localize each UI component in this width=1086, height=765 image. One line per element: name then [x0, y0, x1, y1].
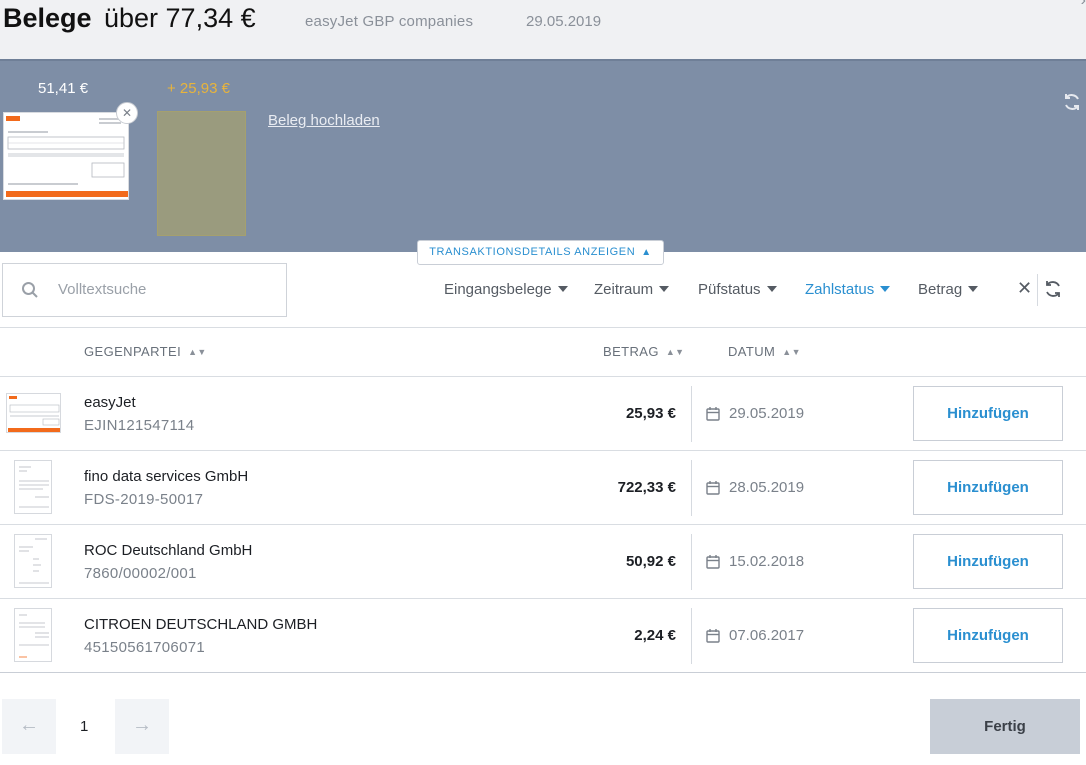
document-reference: 7860/00002/001 — [84, 565, 197, 582]
previous-page-button[interactable]: ← — [2, 699, 56, 754]
filter-review-status[interactable]: Püfstatus — [698, 281, 777, 298]
add-receipt-button[interactable]: Hinzufügen — [913, 460, 1063, 515]
column-header-date[interactable]: DATUM ▲▼ — [728, 344, 801, 359]
document-reference: EJIN121547114 — [84, 417, 195, 434]
row-amount: 25,93 € — [625, 405, 676, 422]
filter-amount[interactable]: Betrag — [918, 281, 979, 298]
table-row: fino data services GmbH FDS-2019-50017 7… — [0, 451, 1086, 525]
divider — [691, 608, 692, 664]
filter-label: Zahlstatus — [805, 281, 875, 298]
sort-icon: ▲▼ — [188, 347, 207, 357]
sort-icon: ▲▼ — [665, 347, 685, 357]
column-header-amount[interactable]: BETRAG ▲▼ — [603, 344, 684, 359]
column-header-party[interactable]: GEGENPARTEI ▲▼ — [84, 344, 207, 359]
show-transaction-details-button[interactable]: TRANSAKTIONSDETAILS ANZEIGEN ▲ — [417, 240, 664, 265]
caret-down-icon — [659, 286, 670, 292]
filter-label: Betrag — [918, 281, 963, 298]
sort-icon: ▲▼ — [782, 347, 801, 357]
caret-down-icon — [968, 286, 979, 292]
counterparty-name: CITROEN DEUTSCHLAND GMBH — [84, 616, 318, 633]
caret-down-icon — [880, 286, 891, 292]
divider — [691, 386, 692, 442]
receipt-thumbnail[interactable] — [6, 393, 61, 433]
calendar-icon — [706, 554, 720, 569]
refresh-icon[interactable] — [1043, 279, 1063, 299]
calendar-icon — [706, 406, 720, 421]
filter-label: Eingangsbelege — [444, 281, 552, 298]
upload-receipt-link[interactable]: Beleg hochladen — [268, 112, 380, 129]
row-date: 07.06.2017 — [729, 627, 805, 644]
filter-label: Püfstatus — [698, 281, 761, 298]
search-input[interactable]: Volltextsuche — [2, 263, 287, 317]
clear-filters-close-icon[interactable]: ✕ — [1017, 278, 1032, 299]
receipt-thumbnail[interactable] — [14, 460, 52, 514]
page-title-strong: Belege — [3, 3, 92, 33]
refresh-icon[interactable] — [1062, 92, 1082, 112]
add-receipt-button[interactable]: Hinzufügen — [913, 386, 1063, 441]
page-title-amount: über 77,34 € — [104, 3, 256, 33]
table-row: easyJet EJIN121547114 25,93 € 29.05.2019… — [0, 377, 1086, 451]
company-subtitle: easyJet GBP companies — [305, 13, 474, 30]
document-reference: FDS-2019-50017 — [84, 491, 204, 508]
search-icon — [21, 281, 39, 299]
receipt-thumbnail[interactable] — [14, 534, 52, 588]
counterparty-name: fino data services GmbH — [84, 468, 249, 485]
next-page-button[interactable]: → — [115, 699, 169, 754]
divider — [691, 534, 692, 590]
header-bar: Belege über 77,34 € easyJet GBP companie… — [0, 0, 1086, 59]
add-receipt-button[interactable]: Hinzufügen — [913, 534, 1063, 589]
add-receipt-button[interactable]: Hinzufügen — [913, 608, 1063, 663]
header-date: 29.05.2019 — [526, 13, 602, 30]
counterparty-name: easyJet — [84, 394, 136, 411]
calendar-icon — [706, 480, 720, 495]
caret-down-icon — [766, 286, 777, 292]
row-amount: 2,24 € — [634, 627, 676, 644]
divider — [0, 672, 1086, 673]
chevron-up-icon: ▲ — [641, 247, 652, 258]
filter-label: Zeitraum — [594, 281, 654, 298]
column-label: DATUM — [728, 344, 776, 359]
search-placeholder: Volltextsuche — [58, 281, 147, 298]
caret-down-icon — [557, 286, 568, 292]
divider — [1037, 274, 1038, 306]
row-date: 29.05.2019 — [729, 405, 805, 422]
remove-receipt-close-icon[interactable]: ✕ — [116, 102, 138, 124]
receipt-thumbnail[interactable] — [14, 608, 52, 662]
current-page-number: 1 — [80, 718, 89, 735]
row-date: 28.05.2019 — [729, 479, 805, 496]
pending-amount: + 25,93 € — [167, 80, 230, 97]
calendar-icon — [706, 628, 720, 643]
row-date: 15.02.2018 — [729, 553, 805, 570]
table-row: ROC Deutschland GmbH 7860/00002/001 50,9… — [0, 525, 1086, 599]
filter-period[interactable]: Zeitraum — [594, 281, 670, 298]
pending-receipt-placeholder — [157, 111, 246, 236]
row-amount: 722,33 € — [617, 479, 676, 496]
document-reference: 45150561706071 — [84, 639, 205, 656]
receipt-strip: 51,41 € + 25,93 € ✕ Beleg hochladen — [0, 59, 1086, 252]
column-label: GEGENPARTEI — [84, 344, 182, 359]
filter-receipt-type[interactable]: Eingangsbelege — [444, 281, 568, 298]
divider — [0, 327, 1086, 328]
chevron-icon[interactable]: › — [1081, 0, 1086, 10]
counterparty-name: ROC Deutschland GmbH — [84, 542, 253, 559]
divider — [691, 460, 692, 516]
column-label: BETRAG — [603, 344, 659, 359]
done-button[interactable]: Fertig — [930, 699, 1080, 754]
table-row: CITROEN DEUTSCHLAND GMBH 45150561706071 … — [0, 599, 1086, 673]
row-amount: 50,92 € — [625, 553, 676, 570]
filter-payment-status[interactable]: Zahlstatus — [805, 281, 891, 298]
attached-receipt-thumbnail[interactable] — [3, 112, 129, 200]
details-toggle-label: TRANSAKTIONSDETAILS ANZEIGEN — [429, 246, 636, 258]
attached-amount: 51,41 € — [38, 80, 89, 97]
